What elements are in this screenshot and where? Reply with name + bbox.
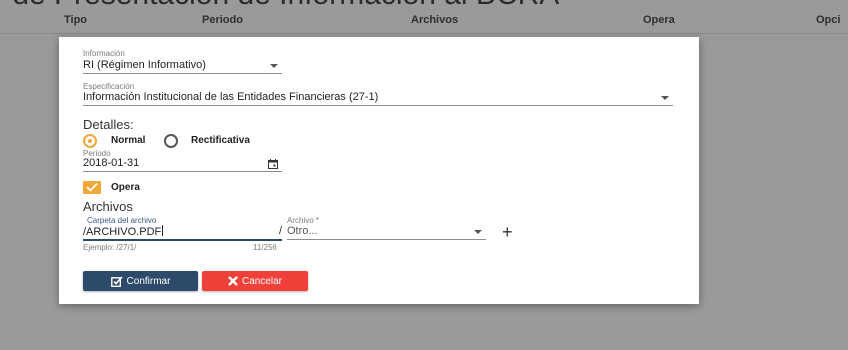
close-icon [228, 276, 238, 286]
column-header-archivos: Archivos [411, 14, 459, 26]
radio-rectificativa[interactable] [164, 134, 178, 148]
informacion-value: RI (Régimen Informativo) [83, 59, 206, 71]
radio-normal-label[interactable]: Normal [111, 135, 145, 146]
text-cursor [162, 225, 164, 236]
confirm-button[interactable]: Confirmar [83, 271, 198, 291]
carpeta-hint: Ejemplo: /27/1/ [83, 243, 137, 252]
radio-normal[interactable] [83, 134, 97, 148]
archivos-title: Archivos [83, 199, 133, 214]
periodo-date-input[interactable]: 2018-01-31 [83, 156, 282, 171]
carpeta-underline-active [83, 239, 282, 241]
archivo-select[interactable]: Otro... [287, 224, 486, 239]
especificacion-select[interactable]: Información Institucional de las Entidad… [83, 89, 673, 105]
cancel-button[interactable]: Cancelar [202, 271, 308, 291]
periodo-underline [83, 171, 282, 172]
cancel-label: Cancelar [241, 275, 283, 287]
detalles-title: Detalles: [83, 117, 134, 132]
carpeta-value-wrap: /ARCHIVO.PDF [83, 225, 164, 238]
column-header-opciones: Opci [816, 14, 841, 26]
especificacion-underline [83, 105, 673, 106]
especificacion-value: Información Institucional de las Entidad… [83, 91, 379, 103]
chevron-down-icon [474, 230, 482, 234]
carpeta-counter: 11/256 [253, 243, 277, 252]
chevron-down-icon [661, 96, 669, 100]
background-page-title: r de Presentación de Información al BCRA [0, 0, 559, 12]
chevron-down-icon [270, 64, 278, 68]
background-divider [0, 33, 848, 34]
informacion-select[interactable]: RI (Régimen Informativo) [83, 57, 282, 73]
presentation-dialog: Información RI (Régimen Informativo) Esp… [59, 37, 699, 304]
archivo-underline [287, 239, 486, 240]
opera-checkbox[interactable] [83, 181, 101, 194]
archivo-value: Otro... [287, 225, 318, 237]
carpeta-input[interactable]: /ARCHIVO.PDF [83, 224, 282, 239]
background-table-header: Tipo Periodo Archivos Opera Opci [0, 14, 848, 32]
edit-icon [110, 275, 123, 287]
column-header-tipo: Tipo [64, 14, 88, 26]
informacion-underline [83, 73, 282, 74]
path-separator: / [279, 225, 283, 237]
opera-label[interactable]: Opera [111, 182, 140, 193]
carpeta-value: /ARCHIVO.PDF [83, 226, 162, 238]
periodo-value: 2018-01-31 [83, 157, 140, 169]
column-header-opera: Opera [643, 14, 675, 26]
radio-rectificativa-label[interactable]: Rectificativa [191, 135, 250, 146]
calendar-icon[interactable] [268, 159, 278, 169]
check-icon [86, 182, 98, 192]
plus-icon[interactable]: + [502, 223, 513, 241]
column-header-periodo: Periodo [202, 14, 243, 26]
confirm-label: Confirmar [126, 275, 171, 287]
